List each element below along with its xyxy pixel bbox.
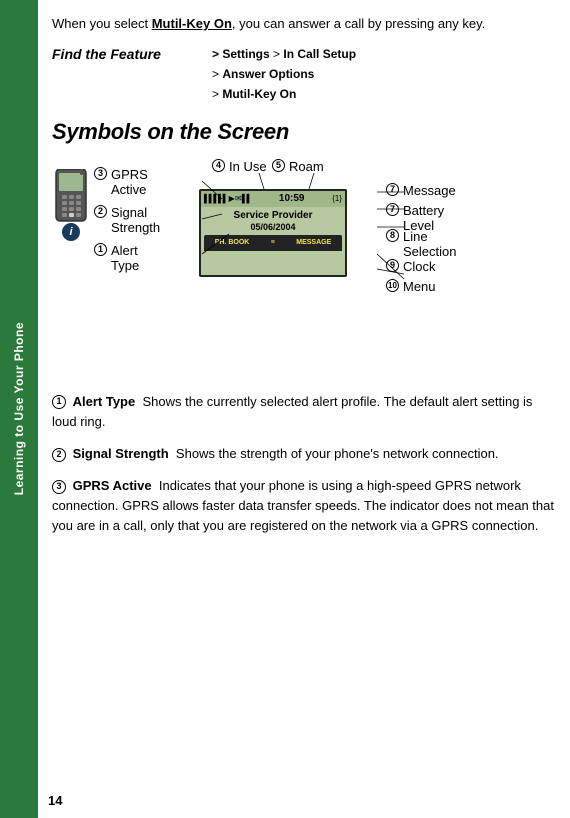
num-10: 10 [386,279,399,292]
num-9: 9 [386,259,399,272]
line-label: LineSelection [403,229,456,259]
path-line-3: > Mutil-Key On [212,84,356,104]
screen-separator: ≡ [271,239,275,246]
screen-bottom-bar: PH. BOOK ≡ MESSAGE [204,235,342,251]
gprs-label: GPRSActive [111,167,148,197]
phone-svg [52,169,90,229]
phone-screen: ▌▌▌▌▌ ▶ ✉ ▌▌ 10:59 {1} Service Provider … [199,189,347,277]
desc-num-2: 2 [52,448,66,462]
num-4: 4 [212,159,225,172]
num-1: 1 [94,243,107,256]
find-feature-box: Find the Feature > Settings > In Call Se… [52,44,554,105]
section-title: Symbols on the Screen [52,119,554,145]
num-3: 3 [94,167,107,180]
sidebar: Learning to Use Your Phone [0,0,38,818]
desc-num-3: 3 [52,480,66,494]
desc-gprs: 3 GPRS Active Indicates that your phone … [52,476,554,536]
label-inuse: 4 In Use [212,159,267,174]
screen-top-bar: ▌▌▌▌▌ ▶ ✉ ▌▌ 10:59 {1} [201,191,345,207]
desc-term-1: Alert Type [73,394,136,409]
num-8: 8 [386,229,399,242]
num-5: 5 [272,159,285,172]
screen-signal: ▌▌▌▌▌ ▶ ✉ ▌▌ [204,194,251,203]
label-signal: 2 SignalStrength [94,205,160,235]
screen-ph-book: PH. BOOK [215,239,250,246]
num-2: 2 [94,205,107,218]
label-alert: 1 AlertType [94,243,139,273]
screen-date: 05/06/2004 [201,222,345,232]
page-number: 14 [48,793,62,808]
label-menu: 10 Menu [386,279,436,294]
sidebar-label: Learning to Use Your Phone [12,322,26,495]
label-message: 7 Message [386,183,456,198]
find-feature-label: Find the Feature [52,44,202,62]
intro-text1: When you select [52,16,152,31]
intro-paragraph: When you select Mutil-Key On, you can an… [52,14,554,34]
label-gprs: 3 GPRSActive [94,167,148,197]
path-line-2: > Answer Options [212,64,356,84]
label-line: 8 LineSelection [386,229,456,259]
message-label: Message [403,183,456,198]
menu-label: Menu [403,279,436,294]
info-badge: i [62,223,80,241]
num-7a: 7 [386,183,399,196]
roam-label: Roam [289,159,324,174]
desc-signal: 2 Signal Strength Shows the strength of … [52,444,554,464]
phone-icon-area: i [52,169,90,241]
descriptions: 1 Alert Type Shows the currently selecte… [52,392,554,537]
intro-highlight: Mutil-Key On [152,16,232,31]
desc-term-3: GPRS Active [73,478,152,493]
intro-text2: , you can answer a call by pressing any … [232,16,485,31]
path-line-1: > Settings > In Call Setup [212,44,356,64]
desc-text-2: Shows the strength of your phone's netwo… [176,446,499,461]
desc-num-1: 1 [52,395,66,409]
desc-alert: 1 Alert Type Shows the currently selecte… [52,392,554,432]
signal-label: SignalStrength [111,205,160,235]
label-roam: 5 Roam [272,159,324,174]
screen-battery: {1} [332,194,342,203]
screen-time: 10:59 [279,193,305,204]
screen-message: MESSAGE [296,239,331,246]
diagram-area: ▌▌▌▌▌ ▶ ✉ ▌▌ 10:59 {1} Service Provider … [94,159,554,374]
inuse-label: In Use [229,159,267,174]
desc-term-2: Signal Strength [73,446,169,461]
clock-label: Clock [403,259,436,274]
alert-label: AlertType [111,243,139,273]
num-7b: 7 [386,203,399,216]
screen-provider: Service Provider [201,207,345,222]
find-feature-path: > Settings > In Call Setup > Answer Opti… [212,44,356,105]
main-content: When you select Mutil-Key On, you can an… [38,0,570,563]
label-clock: 9 Clock [386,259,436,274]
